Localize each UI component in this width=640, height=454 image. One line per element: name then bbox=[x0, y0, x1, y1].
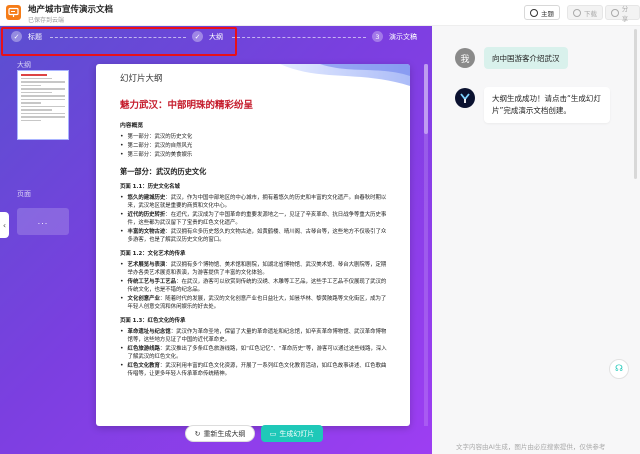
regenerate-label: 重新生成大纲 bbox=[203, 429, 246, 438]
share-icon bbox=[611, 8, 619, 17]
card-label: 幻灯片大纲 bbox=[120, 74, 163, 84]
share-button[interactable]: 分享 bbox=[605, 4, 640, 23]
collapse-panel-button[interactable]: ‹ bbox=[0, 212, 9, 238]
download-icon bbox=[573, 8, 581, 17]
outline-panel-label: 大纲 bbox=[17, 61, 31, 69]
assistant-avatar bbox=[455, 88, 475, 108]
ai-disclaimer: 文字内容由AI生成，图片由必应搜索提供，仅供参考 bbox=[456, 443, 606, 451]
page-placeholder[interactable]: ... bbox=[17, 208, 69, 235]
theme-label: 主题 bbox=[541, 9, 554, 18]
progress-steps: ✓ 标题 ✓ 大纲 3 演示文稿 bbox=[0, 26, 432, 56]
palette-icon bbox=[530, 8, 538, 17]
scrollbar-thumb[interactable] bbox=[424, 64, 428, 134]
download-label: 下载 bbox=[584, 9, 597, 18]
chat-panel: 我 向中国游客介绍武汉 大纲生成成功！请点击“生成幻灯片”完成演示文档创建。 ☊… bbox=[432, 26, 640, 454]
page-heading: 页面 1.3：红色文化的传承 bbox=[120, 318, 186, 324]
page-heading: 页面 1.1：历史文化名城 bbox=[120, 184, 180, 190]
decorative-wave-icon bbox=[280, 64, 410, 86]
page-panel-label: 页面 bbox=[17, 190, 31, 198]
top-bar: 地产城市宣传演示文档 已保存到云端 主题 下载 分享 bbox=[0, 0, 640, 26]
part-heading: 第一部分：武汉的历史文化 bbox=[120, 167, 207, 176]
regenerate-outline-button[interactable]: ↻ 重新生成大纲 bbox=[185, 425, 255, 442]
list-item: 第一部分：武汉的历史文化 bbox=[120, 133, 388, 141]
outline-document: 幻灯片大纲 魅力武汉：中部明珠的精彩纷呈 内容概览 第一部分：武汉的历史文化 第… bbox=[96, 64, 410, 426]
headset-icon: ☊ bbox=[615, 364, 623, 374]
chat-scrollbar[interactable] bbox=[634, 29, 637, 179]
slides-icon: ▭ bbox=[269, 429, 277, 438]
outline-main-title[interactable]: 魅力武汉：中部明珠的精彩纷呈 bbox=[120, 100, 388, 112]
left-panel: 大纲 页面 ... bbox=[0, 58, 82, 454]
overview-heading: 内容概览 bbox=[120, 123, 144, 129]
page-heading: 页面 1.2：文化艺术的传承 bbox=[120, 251, 186, 257]
help-button[interactable]: ☊ bbox=[609, 359, 629, 379]
assistant-message: 大纲生成成功！请点击“生成幻灯片”完成演示文档创建。 bbox=[484, 87, 610, 123]
document-header: 幻灯片大纲 bbox=[96, 64, 410, 92]
document-scrollbar[interactable] bbox=[424, 64, 428, 426]
generate-slides-button[interactable]: ▭ 生成幻灯片 bbox=[261, 425, 323, 442]
step-presentation[interactable]: 3 演示文稿 bbox=[372, 31, 417, 42]
editor-area: ✓ 标题 ✓ 大纲 3 演示文稿 大纲 页面 ... ‹ 幻灯片大纲 魅力武汉：… bbox=[0, 26, 432, 454]
save-status: 已保存到云端 bbox=[28, 17, 65, 24]
app-logo[interactable] bbox=[6, 5, 21, 20]
list-item: 近代的历史转折：在近代，武汉成为了中国革命的重要发源地之一，见证了辛亥革命、抗日… bbox=[120, 211, 388, 227]
step-connector bbox=[232, 37, 366, 38]
user-avatar: 我 bbox=[455, 48, 475, 68]
user-message: 向中国游客介绍武汉 bbox=[484, 47, 568, 69]
list-item: 丰富的文物古迹：武汉拥有众多历史悠久的文物古迹，如黄鹤楼、晴川阁、古琴台等，这些… bbox=[120, 228, 388, 244]
list-item: 红色文化教育：武汉利用丰富的红色文化资源，开展了一系列红色文化教育活动，如红色故… bbox=[120, 362, 388, 378]
list-item: 文化创意产业：随着时代的发展，武汉的文化创意产业也日益壮大，如昙华林、黎黄陂路等… bbox=[120, 295, 388, 311]
list-item: 传统工艺与手工艺品：在武汉，游客可以欣赏到传统的汉绣、木雕等工艺品，这些手工艺品… bbox=[120, 278, 388, 294]
step-number: 3 bbox=[372, 31, 383, 42]
list-item: 艺术展览与表演：武汉拥有多个博物馆、美术馆和剧院，如湖北省博物馆、武汉美术馆、琴… bbox=[120, 261, 388, 277]
share-label: 分享 bbox=[621, 4, 629, 23]
list-item: 第三部分：武汉的美食娱乐 bbox=[120, 151, 388, 159]
document-body: 魅力武汉：中部明珠的精彩纷呈 内容概览 第一部分：武汉的历史文化 第二部分：武汉… bbox=[120, 100, 388, 379]
highlight-annotation bbox=[1, 27, 237, 56]
step-presentation-label: 演示文稿 bbox=[389, 32, 417, 41]
download-button[interactable]: 下载 bbox=[567, 5, 603, 20]
document-title[interactable]: 地产城市宣传演示文档 bbox=[28, 3, 113, 15]
list-item: 革命遗址与纪念馆：武汉作为革命圣地，保留了大量的革命遗址和纪念馆，如辛亥革命博物… bbox=[120, 328, 388, 344]
refresh-icon: ↻ bbox=[194, 429, 201, 438]
theme-button[interactable]: 主题 bbox=[524, 5, 560, 20]
outline-thumbnail[interactable] bbox=[17, 70, 69, 140]
presentation-icon bbox=[8, 7, 19, 17]
list-item: 第二部分：武汉的自然风光 bbox=[120, 142, 388, 150]
list-item: 红色旅游线路：武汉推出了多条红色旅游线路，如“红色记忆”、“革命历史”等，游客可… bbox=[120, 345, 388, 361]
assistant-logo-icon bbox=[460, 93, 470, 103]
generate-label: 生成幻灯片 bbox=[279, 429, 315, 438]
chevron-left-icon: ‹ bbox=[2, 220, 7, 230]
list-item: 悠久的建城历史：武汉，作为中国中部地区的中心城市，拥有着悠久的历史和丰富的文化遗… bbox=[120, 194, 388, 210]
